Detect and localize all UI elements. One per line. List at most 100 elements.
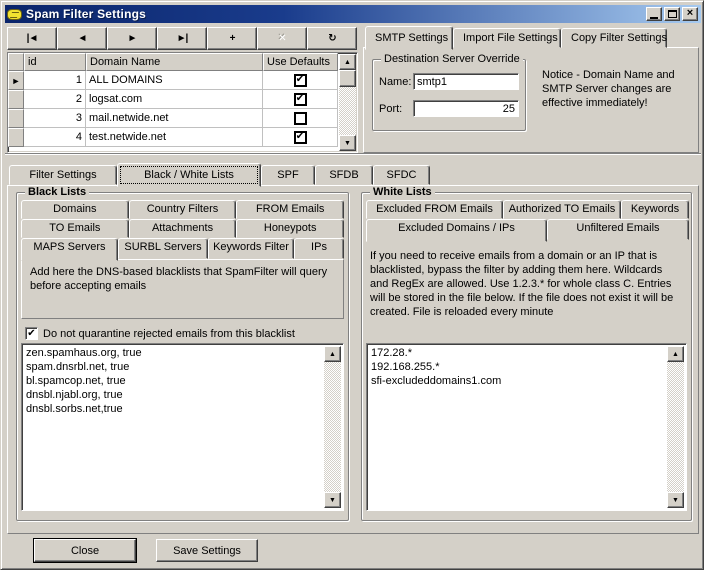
tab-filter-settings[interactable]: Filter Settings bbox=[9, 165, 117, 185]
tab-attachments[interactable]: Attachments bbox=[129, 219, 237, 238]
grid-row-3[interactable]: 3mail.netwide.net bbox=[8, 109, 357, 128]
tab-smtp-settings[interactable]: SMTP Settings bbox=[365, 26, 453, 50]
blacklist-scrollbar[interactable]: ▲ ▼ bbox=[324, 346, 341, 508]
scrollbar-track[interactable] bbox=[667, 346, 684, 508]
save-settings-button[interactable]: Save Settings bbox=[156, 539, 258, 562]
list-tab-row-2: Excluded Domains / IPsUnfiltered Emails bbox=[366, 219, 687, 240]
row-selector-cell[interactable] bbox=[8, 109, 24, 128]
smtp-settings-tabstrip: SMTP SettingsImport File SettingsCopy Fi… bbox=[365, 27, 667, 48]
blacklist-item[interactable]: spam.dnsrbl.net, true bbox=[26, 360, 342, 374]
grid-cell-domain[interactable]: ALL DOMAINS bbox=[86, 71, 263, 90]
port-label: Port: bbox=[379, 103, 413, 115]
grid-cell-id[interactable]: 2 bbox=[24, 90, 86, 109]
white-lists-group: White Lists Excluded FROM EmailsAuthoriz… bbox=[361, 192, 692, 521]
row-selector-cell[interactable] bbox=[8, 128, 24, 147]
scrollbar-down-button[interactable]: ▼ bbox=[339, 135, 356, 151]
grid-row-2[interactable]: 2logsat.com ✔ bbox=[8, 90, 357, 109]
use-defaults-checkbox[interactable]: ✔ bbox=[294, 131, 307, 144]
tab-domains[interactable]: Domains bbox=[21, 200, 129, 219]
tab-black-white-lists[interactable]: Black / White Lists bbox=[117, 163, 261, 187]
tab-ips[interactable]: IPs bbox=[294, 238, 344, 259]
whitelist-scrollbar[interactable]: ▲ ▼ bbox=[667, 346, 684, 508]
whitelist-item[interactable]: 172.28.* bbox=[371, 346, 685, 360]
tab-import-file-settings[interactable]: Import File Settings bbox=[453, 28, 561, 48]
blacklist-item[interactable]: zen.spamhaus.org, true bbox=[26, 346, 342, 360]
scrollbar-down-button[interactable]: ▼ bbox=[667, 492, 684, 508]
close-button[interactable]: Close bbox=[34, 539, 136, 562]
grid-column-header-id[interactable]: id bbox=[24, 53, 86, 71]
whitelist-entries-listbox[interactable]: 172.28.*192.168.255.*sfi-excludeddomains… bbox=[366, 343, 687, 511]
grid-cell-domain[interactable]: logsat.com bbox=[86, 90, 263, 109]
grid-cell-use-defaults[interactable]: ✔ bbox=[263, 71, 338, 90]
row-selector-cell[interactable]: ► bbox=[8, 71, 24, 90]
scrollbar-thumb[interactable] bbox=[339, 70, 356, 87]
tab-keywords-filter[interactable]: Keywords Filter bbox=[208, 238, 294, 259]
grid-row-1[interactable]: ►1ALL DOMAINS ✔ bbox=[8, 71, 357, 90]
scrollbar-down-button[interactable]: ▼ bbox=[324, 492, 341, 508]
grid-cell-use-defaults[interactable]: ✔ bbox=[263, 90, 338, 109]
blacklist-item[interactable]: bl.spamcop.net, true bbox=[26, 374, 342, 388]
blacklist-item[interactable]: dnsbl.njabl.org, true bbox=[26, 388, 342, 402]
tab-unfiltered-emails[interactable]: Unfiltered Emails bbox=[547, 219, 689, 240]
main-tabstrip: Filter SettingsBlack / White ListsSPFSFD… bbox=[9, 163, 430, 185]
whitelist-item[interactable]: sfi-excludeddomains1.com bbox=[371, 374, 685, 388]
use-defaults-checkbox[interactable]: ✔ bbox=[294, 93, 307, 106]
grid-cell-id[interactable]: 1 bbox=[24, 71, 86, 90]
black-white-lists-panel: Black Lists DomainsCountry FiltersFROM E… bbox=[7, 185, 699, 534]
scrollbar-track[interactable] bbox=[324, 346, 341, 508]
grid-column-header-domain-name[interactable]: Domain Name bbox=[86, 53, 263, 71]
tab-authorized-to-emails[interactable]: Authorized TO Emails bbox=[503, 200, 621, 219]
tab-sfdb[interactable]: SFDB bbox=[315, 165, 373, 185]
tab-surbl-servers[interactable]: SURBL Servers bbox=[118, 238, 208, 259]
scrollbar-up-button[interactable]: ▲ bbox=[324, 346, 341, 362]
tab-excluded-domains-ips[interactable]: Excluded Domains / IPs bbox=[366, 219, 547, 242]
whitelist-item[interactable]: 192.168.255.* bbox=[371, 360, 685, 374]
tab-honeypots[interactable]: Honeypots bbox=[236, 219, 344, 238]
first-record-button[interactable]: |◄ bbox=[7, 27, 57, 50]
top-divider bbox=[5, 153, 701, 155]
row-selector-cell[interactable] bbox=[8, 90, 24, 109]
use-defaults-checkbox[interactable]: ✔ bbox=[294, 74, 307, 87]
grid-cell-id[interactable]: 3 bbox=[24, 109, 86, 128]
smtp-name-input[interactable] bbox=[413, 73, 519, 90]
tab-from-emails[interactable]: FROM Emails bbox=[236, 200, 344, 219]
quarantine-checkbox[interactable]: ✔ bbox=[25, 327, 38, 340]
smtp-port-input[interactable] bbox=[413, 100, 519, 117]
grid-row-4[interactable]: 4test.netwide.net ✔ bbox=[8, 128, 357, 147]
scroll-down-icon: ▼ bbox=[344, 140, 351, 147]
blacklist-servers-listbox[interactable]: zen.spamhaus.org, truespam.dnsrbl.net, t… bbox=[21, 343, 344, 511]
tab-maps-servers[interactable]: MAPS Servers bbox=[21, 238, 118, 261]
maximize-button[interactable] bbox=[664, 7, 680, 21]
tab-to-emails[interactable]: TO Emails bbox=[21, 219, 129, 238]
tab-copy-filter-settings[interactable]: Copy Filter Settings bbox=[561, 28, 667, 48]
grid-column-header-use-defaults[interactable]: Use Defaults bbox=[263, 53, 338, 71]
blacklist-item[interactable]: dnsbl.sorbs.net,true bbox=[26, 402, 342, 416]
minimize-button[interactable] bbox=[646, 7, 662, 21]
minimize-icon bbox=[650, 17, 658, 19]
grid-cell-id[interactable]: 4 bbox=[24, 128, 86, 147]
quarantine-checkbox-label: Do not quarantine rejected emails from t… bbox=[43, 328, 295, 340]
grid-cell-use-defaults[interactable] bbox=[263, 109, 338, 128]
last-record-button[interactable]: ►| bbox=[157, 27, 207, 50]
grid-cell-domain[interactable]: mail.netwide.net bbox=[86, 109, 263, 128]
tab-keywords[interactable]: Keywords bbox=[621, 200, 689, 219]
scrollbar-up-button[interactable]: ▲ bbox=[667, 346, 684, 362]
use-defaults-checkbox[interactable] bbox=[294, 112, 307, 125]
list-tab-row-3: MAPS ServersSURBL ServersKeywords Filter… bbox=[21, 238, 344, 259]
insert-record-button[interactable]: + bbox=[207, 27, 257, 50]
scrollbar-up-button[interactable]: ▲ bbox=[339, 54, 356, 70]
tab-country-filters[interactable]: Country Filters bbox=[129, 200, 237, 219]
next-record-button[interactable]: ► bbox=[107, 27, 157, 50]
quarantine-checkbox-row[interactable]: ✔ Do not quarantine rejected emails from… bbox=[25, 327, 295, 340]
tab-sfdc[interactable]: SFDC bbox=[373, 165, 430, 185]
grid-cell-use-defaults[interactable]: ✔ bbox=[263, 128, 338, 147]
tab-excluded-from-emails[interactable]: Excluded FROM Emails bbox=[366, 200, 503, 219]
notice-text: Notice - Domain Name and SMTP Server cha… bbox=[542, 68, 694, 110]
list-tab-row-1: DomainsCountry FiltersFROM Emails bbox=[21, 200, 344, 219]
grid-cell-domain[interactable]: test.netwide.net bbox=[86, 128, 263, 147]
tab-spf[interactable]: SPF bbox=[261, 165, 315, 185]
prior-record-button[interactable]: ◄ bbox=[57, 27, 107, 50]
grid-vertical-scrollbar[interactable]: ▲ ▼ bbox=[339, 54, 356, 151]
close-window-button[interactable]: × bbox=[682, 7, 698, 21]
refresh-button[interactable]: ↻ bbox=[307, 27, 357, 50]
